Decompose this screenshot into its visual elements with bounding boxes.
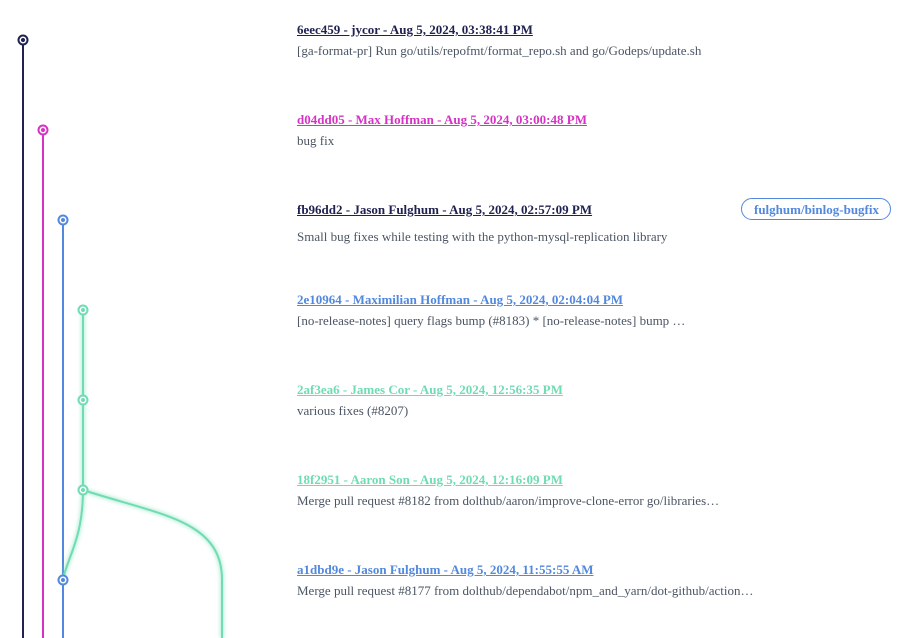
commit-entry: 2e10964 - Maximilian Hoffman - Aug 5, 20…	[297, 292, 685, 329]
branch-badge[interactable]: fulghum/binlog-bugfix	[741, 198, 891, 220]
branch-line-green	[62, 310, 84, 581]
commit-entry: 2af3ea6 - James Cor - Aug 5, 2024, 12:56…	[297, 382, 563, 419]
commit-message: bug fix	[297, 133, 335, 148]
commit-title-link[interactable]: 18f2951 - Aaron Son - Aug 5, 2024, 12:16…	[297, 472, 719, 488]
commit-entry: a1dbd9e - Jason Fulghum - Aug 5, 2024, 1…	[297, 562, 753, 599]
commit-title-link[interactable]: d04dd05 - Max Hoffman - Aug 5, 2024, 03:…	[297, 112, 587, 128]
commit-title-link[interactable]: 2af3ea6 - James Cor - Aug 5, 2024, 12:56…	[297, 382, 563, 398]
commit-title-link[interactable]: 2e10964 - Maximilian Hoffman - Aug 5, 20…	[297, 292, 685, 308]
commit-title-link[interactable]: fb96dd2 - Jason Fulghum - Aug 5, 2024, 0…	[297, 202, 667, 218]
commit-message: Merge pull request #8182 from dolthub/aa…	[297, 493, 720, 508]
commit-message: various fixes (#8207)	[297, 403, 409, 418]
commit-message: Merge pull request #8177 from dolthub/de…	[297, 583, 754, 598]
commit-message: [no-release-notes] query flags bump (#81…	[297, 313, 686, 328]
commit-graph	[17, 34, 223, 638]
commit-message: Small bug fixes while testing with the p…	[297, 229, 668, 244]
commit-entry: fb96dd2 - Jason Fulghum - Aug 5, 2024, 0…	[297, 202, 667, 245]
commit-entry: 6eec459 - jycor - Aug 5, 2024, 03:38:41 …	[297, 22, 701, 59]
commit-title-link[interactable]: 6eec459 - jycor - Aug 5, 2024, 03:38:41 …	[297, 22, 701, 38]
commit-title-link[interactable]: a1dbd9e - Jason Fulghum - Aug 5, 2024, 1…	[297, 562, 753, 578]
commit-message: [ga-format-pr] Run go/utils/repofmt/form…	[297, 43, 702, 58]
commit-entry: 18f2951 - Aaron Son - Aug 5, 2024, 12:16…	[297, 472, 719, 509]
merge-curve-green	[82, 489, 223, 638]
commit-entry: d04dd05 - Max Hoffman - Aug 5, 2024, 03:…	[297, 112, 587, 149]
